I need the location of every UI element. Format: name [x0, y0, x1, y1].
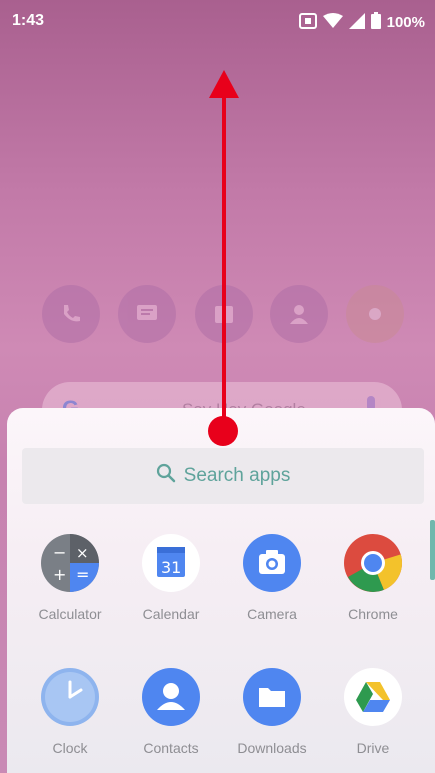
battery-icon: [370, 12, 381, 33]
svg-text:31: 31: [161, 558, 181, 577]
app-clock[interactable]: Clock: [20, 668, 120, 756]
messages-icon: [118, 285, 176, 343]
home-dock: [0, 285, 435, 355]
app-camera[interactable]: Camera: [222, 534, 322, 622]
app-label: Chrome: [348, 606, 398, 622]
clock-icon: [41, 668, 99, 726]
camera-icon: [243, 534, 301, 592]
app-label: Contacts: [143, 740, 199, 756]
calendar-icon: 31: [142, 534, 200, 592]
app-label: Downloads: [237, 740, 307, 756]
downloads-icon: [243, 668, 301, 726]
app-label: Clock: [52, 740, 88, 756]
phone-icon: [42, 285, 100, 343]
app-calculator[interactable]: − × + = Calculator: [20, 534, 120, 622]
signal-icon: [348, 12, 365, 33]
chrome-icon: [344, 534, 402, 592]
swipe-arrow-line: [222, 95, 226, 435]
svg-text:+: +: [53, 565, 66, 584]
wifi-icon: [322, 12, 343, 33]
chrome-dock-icon: [346, 285, 404, 343]
search-icon: [156, 463, 176, 489]
app-label: Drive: [356, 740, 390, 756]
search-apps-placeholder: Search apps: [183, 465, 291, 486]
scroll-indicator[interactable]: [430, 520, 435, 580]
status-time: 1:43: [12, 12, 45, 29]
svg-text:−: −: [53, 543, 66, 562]
svg-text:=: =: [76, 565, 89, 584]
app-chrome[interactable]: Chrome: [323, 534, 423, 622]
status-bar: 1:43 100%: [0, 0, 435, 42]
swipe-start-point: [208, 416, 238, 446]
search-apps-field[interactable]: Search apps: [22, 448, 424, 504]
app-drive[interactable]: Drive: [323, 668, 423, 756]
contacts-dock-icon: [270, 285, 328, 343]
contacts-icon: [142, 668, 200, 726]
calculator-icon: − × + =: [41, 534, 99, 592]
app-label: Calculator: [38, 606, 102, 622]
swipe-arrow-head: [209, 70, 239, 98]
svg-text:×: ×: [76, 544, 89, 562]
drive-icon: [344, 668, 402, 726]
battery-percent: 100%: [386, 14, 425, 31]
app-contacts[interactable]: Contacts: [121, 668, 221, 756]
app-label: Camera: [247, 606, 297, 622]
app-calendar[interactable]: 31 Calendar: [121, 534, 221, 622]
app-downloads[interactable]: Downloads: [222, 668, 322, 756]
app-label: Calendar: [142, 606, 200, 622]
app-drawer[interactable]: Search apps − × + = Calculator 31 Calend…: [7, 408, 435, 773]
screenshot-icon: [298, 12, 317, 33]
status-icons: 100%: [298, 12, 425, 33]
